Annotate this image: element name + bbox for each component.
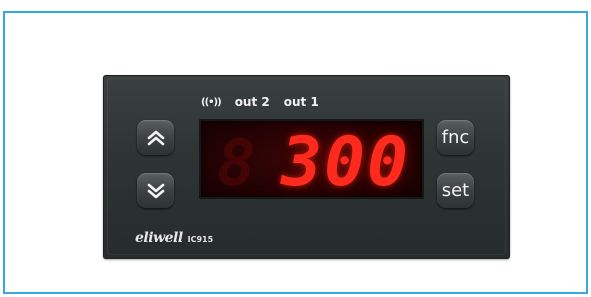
display-value: 300 xyxy=(281,123,410,199)
controller-panel: ((•)) out 2 out 1 8 300 fnc set eliwell … xyxy=(103,75,510,259)
brand-logo: eliwell xyxy=(135,230,183,246)
out2-indicator-label: out 2 xyxy=(234,95,270,109)
model-number: IC915 xyxy=(187,235,214,244)
wireless-signal-icon: ((•)) xyxy=(201,96,222,108)
out1-indicator-label: out 1 xyxy=(283,95,319,109)
chevron-up-icon xyxy=(147,130,164,145)
down-button[interactable] xyxy=(137,173,174,208)
fnc-button-label: fnc xyxy=(441,127,470,148)
fnc-button[interactable]: fnc xyxy=(437,120,474,155)
chevron-down-icon xyxy=(147,183,164,198)
status-indicators: ((•)) out 2 out 1 xyxy=(201,95,319,109)
set-button[interactable]: set xyxy=(437,173,474,208)
brand-mark: eliwell IC915 xyxy=(135,230,213,246)
set-button-label: set xyxy=(441,180,470,201)
display-unlit-segments: 8 xyxy=(217,127,256,199)
led-display: 8 300 xyxy=(199,119,424,199)
image-frame: ((•)) out 2 out 1 8 300 fnc set eliwell … xyxy=(3,11,588,294)
up-button[interactable] xyxy=(137,120,174,155)
